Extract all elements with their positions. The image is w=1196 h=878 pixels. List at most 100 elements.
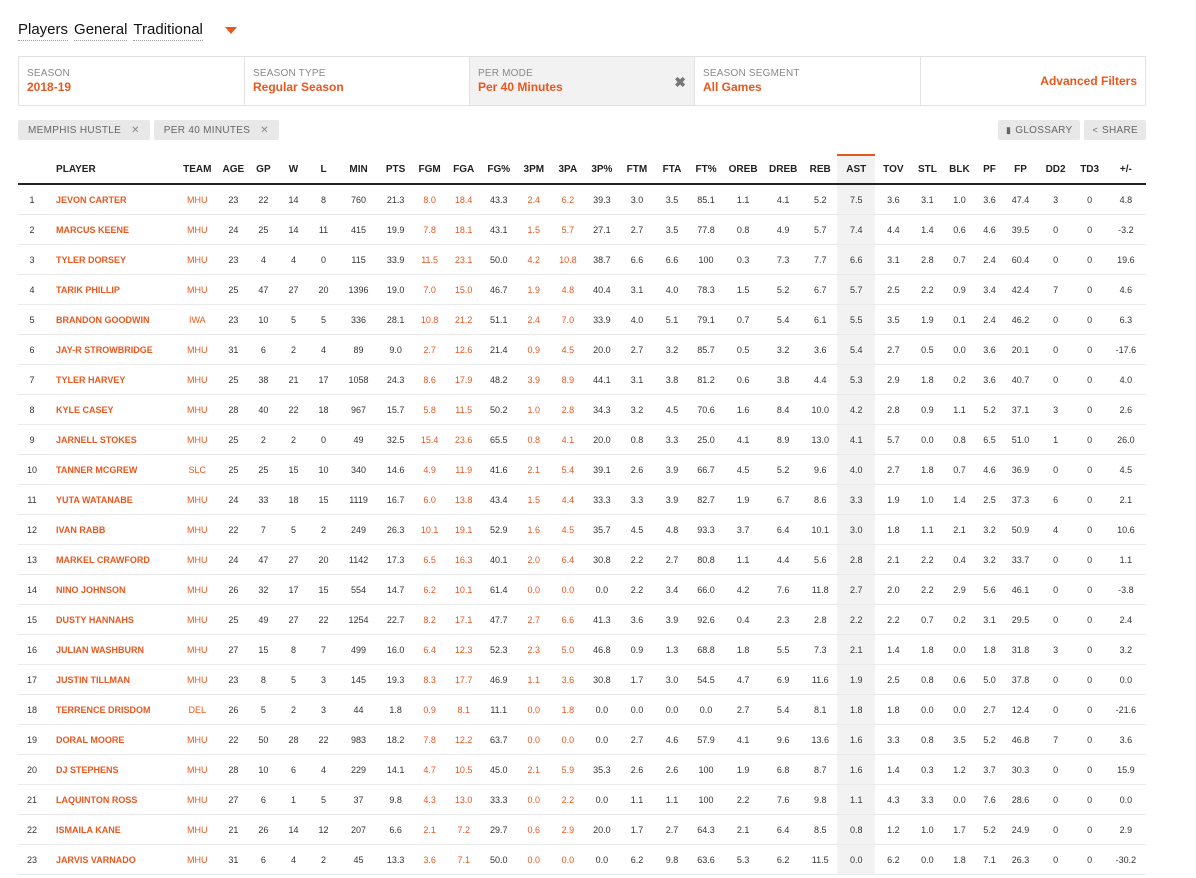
stat-link-cell[interactable]: 4.5 [550, 514, 585, 545]
player-name-link[interactable]: MARKEL CRAWFORD [46, 544, 177, 575]
stat-link-cell[interactable]: 21.2 [446, 304, 481, 335]
team-link[interactable]: DEL [176, 694, 219, 725]
player-name-link[interactable]: TYLER HARVEY [46, 364, 177, 395]
stat-link-cell[interactable]: 11.9 [446, 454, 481, 485]
player-name-link[interactable]: JEVON CARTER [46, 184, 177, 215]
stat-link-cell[interactable]: 6.4 [550, 544, 585, 575]
stat-link-cell[interactable]: 7.0 [412, 274, 447, 305]
stat-link-cell[interactable]: 0.0 [550, 724, 585, 755]
col-header-fg[interactable]: FG% [480, 155, 517, 185]
nav-general[interactable]: General [74, 21, 128, 41]
player-name-link[interactable]: KYLE CASEY [46, 394, 177, 425]
stat-link-cell[interactable]: 10.1 [446, 574, 481, 605]
stat-link-cell[interactable]: 4.9 [412, 454, 447, 485]
col-header-oreb[interactable]: OREB [723, 155, 764, 185]
stat-link-cell[interactable]: 18.4 [446, 184, 481, 215]
stat-link-cell[interactable]: 2.1 [412, 814, 447, 845]
nav-players[interactable]: Players [18, 21, 69, 41]
filter-per-mode[interactable]: PER MODE Per 40 Minutes ✖ [470, 57, 695, 105]
team-link[interactable]: MHU [176, 724, 219, 755]
stat-link-cell[interactable]: 2.4 [516, 304, 551, 335]
col-header-reb[interactable]: REB [803, 155, 838, 185]
col-header-player[interactable]: PLAYER [46, 155, 177, 185]
stat-link-cell[interactable]: 13.0 [446, 784, 481, 815]
col-header-pf[interactable]: PF [975, 155, 1004, 185]
stat-link-cell[interactable]: 12.2 [446, 724, 481, 755]
stat-link-cell[interactable]: 6.2 [412, 574, 447, 605]
stat-link-cell[interactable]: 4.4 [550, 484, 585, 515]
stat-link-cell[interactable]: 2.7 [412, 334, 447, 365]
stat-link-cell[interactable]: 18.1 [446, 214, 481, 245]
stat-link-cell[interactable]: 23.6 [446, 424, 481, 455]
share-button[interactable]: < SHARE [1084, 120, 1146, 140]
player-name-link[interactable]: JARNELL STOKES [46, 424, 177, 455]
stat-link-cell[interactable]: 13.8 [446, 484, 481, 515]
stat-link-cell[interactable]: 23.1 [446, 244, 481, 275]
team-link[interactable]: MHU [176, 394, 219, 425]
team-link[interactable]: MHU [176, 574, 219, 605]
stat-link-cell[interactable]: 1.5 [516, 484, 551, 515]
col-header-blk[interactable]: BLK [943, 155, 976, 185]
stat-link-cell[interactable]: 5.9 [550, 754, 585, 785]
col-header-gp[interactable]: GP [248, 155, 279, 185]
remove-chip-icon[interactable]: ✕ [260, 125, 269, 136]
filter-season-type[interactable]: SEASON TYPE Regular Season [245, 57, 470, 105]
col-header-ast[interactable]: AST [837, 154, 876, 185]
stat-link-cell[interactable]: 0.0 [516, 844, 551, 875]
stat-link-cell[interactable]: 3.6 [412, 844, 447, 875]
team-link[interactable]: MHU [176, 754, 219, 785]
stat-link-cell[interactable]: 12.3 [446, 634, 481, 665]
player-name-link[interactable]: JARVIS VARNADO [46, 844, 177, 875]
player-name-link[interactable]: DORAL MOORE [46, 724, 177, 755]
player-name-link[interactable]: DJ STEPHENS [46, 754, 177, 785]
stat-link-cell[interactable]: 4.1 [550, 424, 585, 455]
stat-link-cell[interactable]: 3.6 [550, 664, 585, 695]
stat-link-cell[interactable]: 10.5 [446, 754, 481, 785]
col-header-ftm[interactable]: FTM [618, 155, 655, 185]
stat-link-cell[interactable]: 1.0 [516, 394, 551, 425]
team-link[interactable]: MHU [176, 604, 219, 635]
stat-link-cell[interactable]: 8.6 [412, 364, 447, 395]
stat-link-cell[interactable]: 6.5 [412, 544, 447, 575]
stat-link-cell[interactable]: 4.5 [550, 334, 585, 365]
stat-link-cell[interactable]: 0.6 [516, 814, 551, 845]
stat-link-cell[interactable]: 8.1 [446, 694, 481, 725]
stat-link-cell[interactable]: 8.3 [412, 664, 447, 695]
col-header-ft[interactable]: FT% [689, 155, 724, 185]
stat-link-cell[interactable]: 10.8 [412, 304, 447, 335]
stat-link-cell[interactable]: 7.8 [412, 214, 447, 245]
stat-link-cell[interactable]: 1.6 [516, 514, 551, 545]
clear-filter-icon[interactable]: ✖ [674, 74, 686, 91]
col-header-3p[interactable]: 3P% [584, 155, 619, 185]
stat-link-cell[interactable]: 2.3 [516, 634, 551, 665]
col-header-stl[interactable]: STL [911, 155, 944, 185]
team-link[interactable]: MHU [176, 484, 219, 515]
caret-down-icon[interactable] [224, 26, 237, 34]
stat-link-cell[interactable]: 11.5 [412, 244, 447, 275]
stat-link-cell[interactable]: 1.5 [516, 214, 551, 245]
col-header-3pm[interactable]: 3PM [516, 155, 551, 185]
stat-link-cell[interactable]: 0.0 [550, 574, 585, 605]
stat-link-cell[interactable]: 2.1 [516, 754, 551, 785]
stat-link-cell[interactable]: 7.0 [550, 304, 585, 335]
stat-link-cell[interactable]: 1.9 [516, 274, 551, 305]
player-name-link[interactable]: MARCUS KEENE [46, 214, 177, 245]
team-link[interactable]: MHU [176, 814, 219, 845]
team-link[interactable]: IWA [176, 304, 219, 335]
team-link[interactable]: SLC [176, 454, 219, 485]
stat-link-cell[interactable]: 6.4 [412, 634, 447, 665]
stat-link-cell[interactable]: 0.9 [412, 694, 447, 725]
player-name-link[interactable]: YUTA WATANABE [46, 484, 177, 515]
player-name-link[interactable]: JULIAN WASHBURN [46, 634, 177, 665]
stat-link-cell[interactable]: 6.2 [550, 184, 585, 215]
team-link[interactable]: MHU [176, 784, 219, 815]
stat-link-cell[interactable]: 17.1 [446, 604, 481, 635]
col-header-l[interactable]: L [308, 155, 339, 185]
chip-memphis-hustle[interactable]: MEMPHIS HUSTLE ✕ [18, 120, 150, 140]
col-header-fgm[interactable]: FGM [412, 155, 447, 185]
stat-link-cell[interactable]: 4.7 [412, 754, 447, 785]
stat-link-cell[interactable]: 7.1 [446, 844, 481, 875]
chip-per-40-minutes[interactable]: PER 40 MINUTES ✕ [153, 120, 279, 140]
stat-link-cell[interactable]: 2.7 [516, 604, 551, 635]
team-link[interactable]: MHU [176, 214, 219, 245]
